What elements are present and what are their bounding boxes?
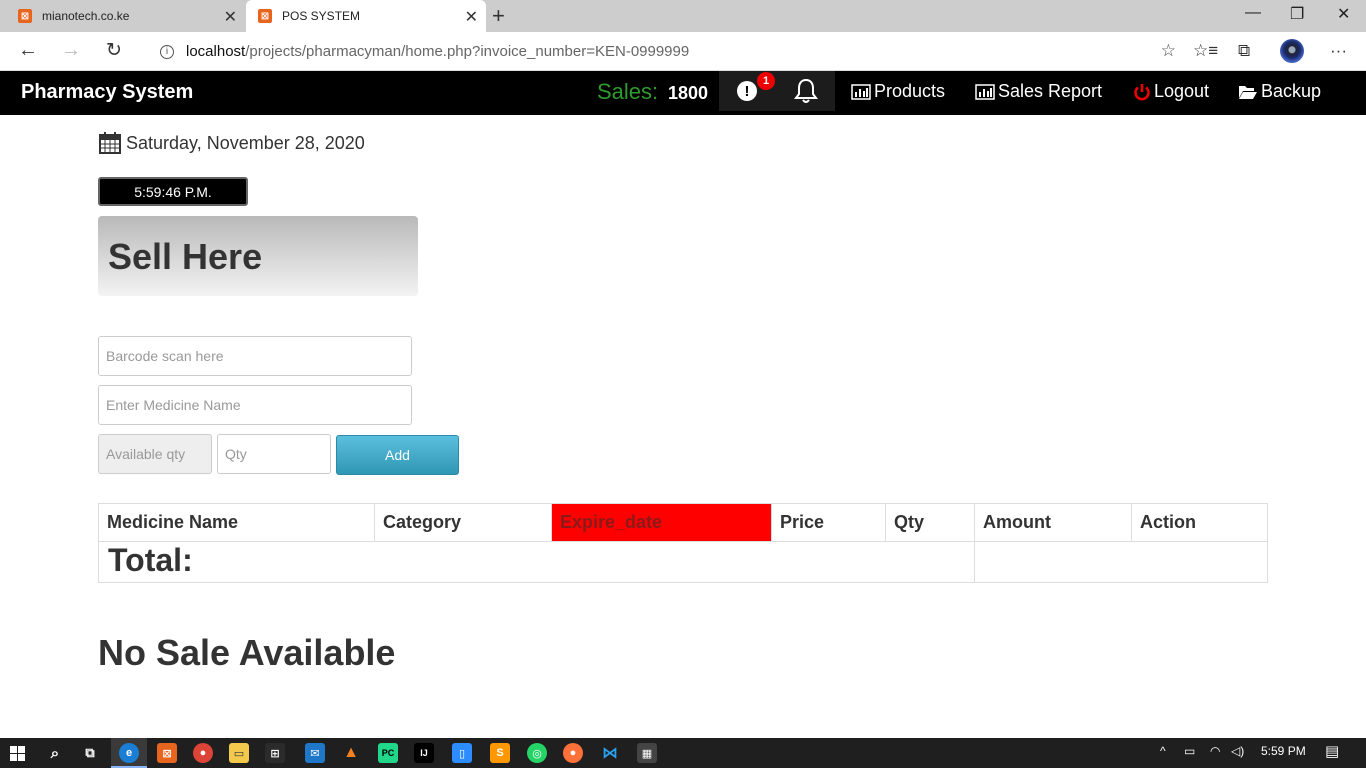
favorites-list-icon[interactable]: ☆≡ (1193, 41, 1218, 61)
browser-tab-bar: ⊠ mianotech.co.ke ✕ ⊠ POS SYSTEM ✕ + — ❐… (0, 0, 1366, 32)
url-path: /projects/pharmacyman/home.php?invoice_n… (245, 43, 690, 60)
total-label: Total: (108, 542, 193, 578)
col-header-qty: Qty (886, 504, 975, 541)
more-menu-icon[interactable]: ··· (1330, 41, 1347, 61)
store-icon[interactable]: ⊞ (265, 743, 285, 763)
firefox-icon[interactable]: ● (563, 743, 583, 763)
refresh-icon[interactable]: ↻ (106, 39, 122, 62)
calculator-icon[interactable]: ▦ (637, 743, 657, 763)
col-header-price: Price (772, 504, 886, 541)
tab-title: POS SYSTEM (282, 9, 361, 23)
col-header-category: Category (375, 504, 552, 541)
file-explorer-icon[interactable]: ▭ (229, 743, 249, 763)
chrome-icon[interactable]: ● (193, 743, 213, 763)
sales-label: Sales: (597, 79, 659, 104)
backup-label: Backup (1261, 81, 1322, 101)
sales-report-link[interactable]: Sales Report (975, 81, 1102, 102)
document-icon[interactable]: ▯ (452, 743, 472, 763)
collections-icon[interactable]: ⧉ (1238, 41, 1250, 61)
bar-chart-icon (975, 83, 995, 100)
barcode-input[interactable]: Barcode scan here (98, 336, 412, 376)
windows-start-icon[interactable] (10, 746, 25, 761)
taskbar-time[interactable]: 5:59 PM (1261, 744, 1306, 758)
col-header-action: Action (1140, 512, 1196, 532)
col-header-medicine-name: Medicine Name (99, 504, 375, 541)
col-header-expire-date: Expire_date (552, 504, 772, 541)
edge-browser-icon[interactable]: e (119, 743, 139, 763)
brand-title[interactable]: Pharmacy System (21, 81, 193, 104)
intellij-icon[interactable]: IJ (414, 743, 434, 763)
xampp-favicon-icon: ⊠ (258, 9, 272, 23)
logout-link[interactable]: Logout (1133, 81, 1209, 102)
restore-icon[interactable]: ❐ (1290, 4, 1304, 24)
minimize-icon[interactable]: — (1245, 4, 1261, 22)
whatsapp-icon[interactable]: ◎ (527, 743, 547, 763)
address-toolbar: ← → ↻ i localhost/projects/pharmacyman/h… (0, 32, 1366, 71)
total-row (99, 542, 975, 583)
sell-here-panel: Sell Here (98, 216, 418, 296)
app-navbar: Pharmacy System Sales: 1800 ! 1 Products… (0, 71, 1366, 115)
battery-icon[interactable]: ▭ (1184, 744, 1195, 758)
tray-overflow-icon[interactable]: ^ (1160, 744, 1166, 758)
browser-tab[interactable]: ⊠ mianotech.co.ke ✕ (0, 0, 245, 32)
backup-link[interactable]: Backup (1238, 81, 1321, 102)
close-tab-icon[interactable]: ✕ (224, 7, 237, 27)
back-icon[interactable]: ← (18, 39, 38, 62)
date-text: Saturday, November 28, 2020 (126, 132, 365, 153)
close-tab-icon[interactable]: ✕ (465, 7, 478, 27)
xampp-favicon-icon: ⊠ (18, 9, 32, 23)
xampp-icon[interactable]: ⊠ (157, 743, 177, 763)
vlc-icon[interactable]: ▲ (341, 743, 361, 763)
sell-here-heading: Sell Here (108, 236, 263, 277)
url-bar[interactable]: i localhost/projects/pharmacyman/home.ph… (146, 36, 1176, 67)
tab-title: mianotech.co.ke (42, 9, 130, 23)
task-view-icon[interactable]: ⧉ (80, 743, 100, 763)
bar-chart-icon (851, 83, 871, 100)
available-qty-input: Available qty (98, 434, 212, 474)
clock-display: 5:59:46 P.M. (98, 177, 248, 206)
url-host: localhost (186, 43, 246, 60)
forward-icon[interactable]: → (61, 39, 81, 62)
no-sale-message: No Sale Available (98, 632, 396, 673)
products-label: Products (874, 81, 946, 101)
exclamation-icon[interactable]: ! (737, 81, 757, 101)
date-display: Saturday, November 28, 2020 (98, 131, 365, 155)
products-link[interactable]: Products (851, 81, 945, 102)
site-info-icon[interactable]: i (160, 44, 174, 59)
sale-items-table: Medicine Name Category Expire_date Price… (98, 503, 1268, 583)
favorite-star-icon[interactable]: ☆ (1161, 41, 1176, 61)
sales-value: 1800 (668, 83, 709, 103)
medicine-name-input[interactable]: Enter Medicine Name (98, 385, 412, 425)
profile-avatar[interactable] (1280, 39, 1304, 63)
logout-label: Logout (1154, 81, 1210, 101)
alerts-area: ! 1 (719, 71, 835, 111)
window-close-icon[interactable]: ✕ (1337, 4, 1350, 24)
alert-count-badge: 1 (757, 72, 775, 90)
sublime-text-icon[interactable]: S (490, 743, 510, 763)
qty-input[interactable]: Qty (217, 434, 331, 474)
notifications-icon[interactable]: ▤ (1325, 742, 1339, 760)
volume-icon[interactable]: ◁) (1231, 744, 1244, 758)
new-tab-icon[interactable]: + (492, 3, 505, 29)
wifi-icon[interactable]: ◠ (1210, 744, 1220, 758)
add-button[interactable]: Add (336, 435, 459, 475)
vscode-icon[interactable]: ⋈ (600, 743, 620, 763)
calendar-icon (99, 132, 121, 154)
col-header-amount: Amount (975, 504, 1132, 541)
power-icon (1133, 83, 1151, 101)
browser-tab-active[interactable]: ⊠ POS SYSTEM ✕ (246, 0, 486, 32)
windows-taskbar: ⌕ ⧉ e ⊠ ● ▭ ⊞ ✉ ▲ PC IJ ▯ S ◎ ● ⋈ ▦ ^ ▭ … (0, 738, 1366, 768)
sales-report-label: Sales Report (998, 81, 1103, 101)
mail-icon[interactable]: ✉ (305, 743, 325, 763)
bell-icon[interactable] (793, 77, 819, 105)
search-icon[interactable]: ⌕ (45, 743, 65, 763)
pycharm-icon[interactable]: PC (378, 743, 398, 763)
folder-open-icon (1238, 84, 1258, 100)
